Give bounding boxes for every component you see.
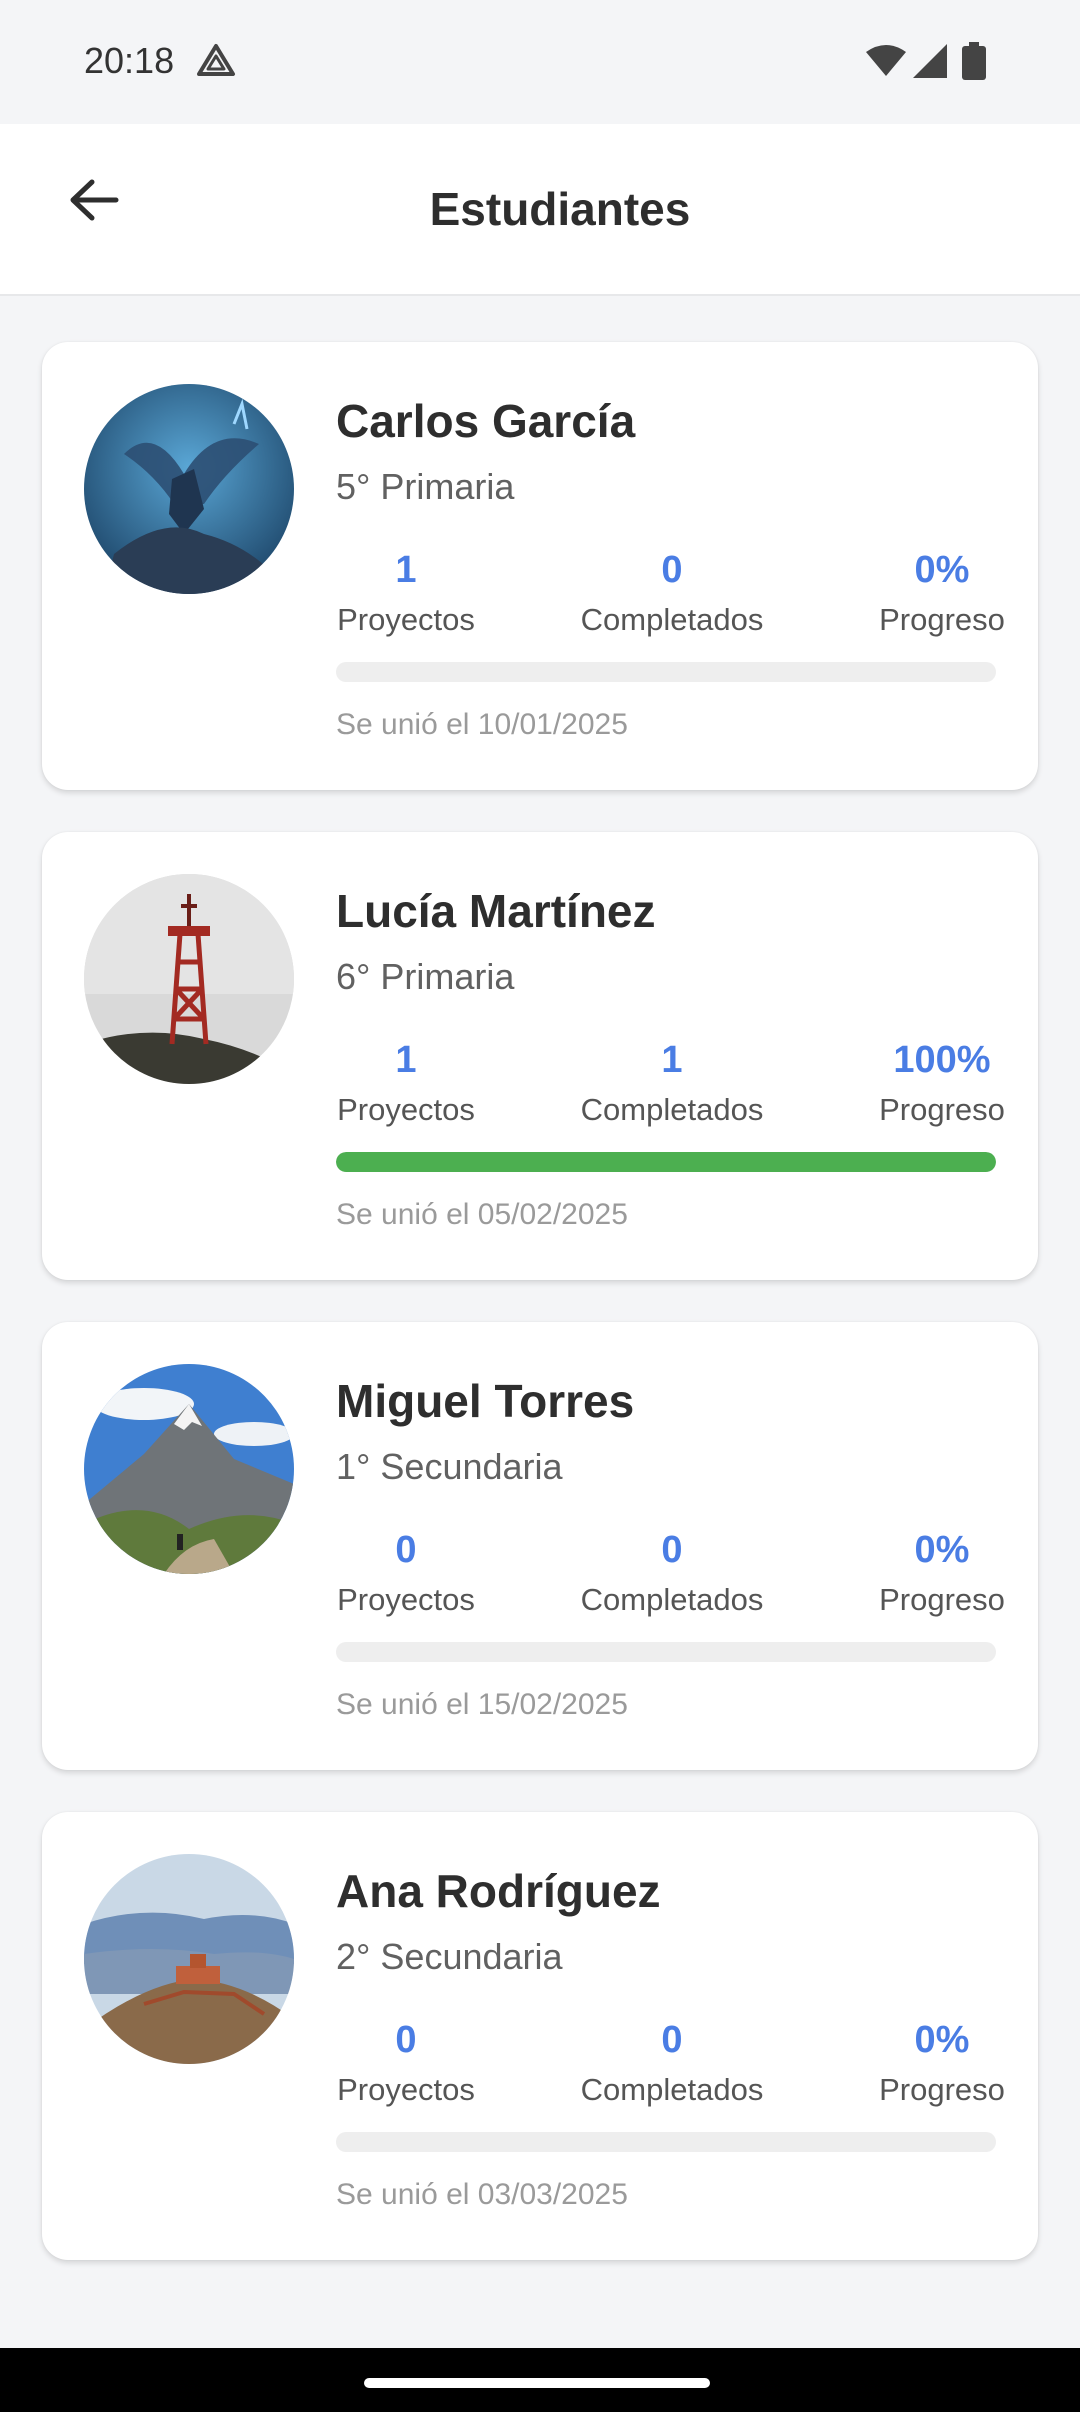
- stat-projects: 1 Proyectos: [336, 548, 476, 642]
- alert-triangle-icon: [197, 44, 235, 76]
- stat-completed: 0 Completados: [572, 1528, 772, 1622]
- student-name: Miguel Torres: [336, 1375, 635, 1427]
- student-card[interactable]: Lucía Martínez 6° Primaria 1 Proyectos 1…: [42, 832, 1038, 1280]
- stat-label: Progreso: [879, 1092, 1005, 1127]
- stat-value: 0: [661, 549, 683, 591]
- stat-label: Proyectos: [337, 1092, 475, 1127]
- stat-label: Completados: [580, 2072, 764, 2107]
- battery-icon: [962, 42, 986, 80]
- stat-projects: 0 Proyectos: [336, 1528, 476, 1622]
- signal-icon: [913, 44, 947, 78]
- stat-value: 1: [395, 1039, 417, 1081]
- status-time: 20:18: [84, 40, 175, 81]
- joined-date: Se unió el 03/03/2025: [336, 2178, 628, 2211]
- stat-label: Proyectos: [337, 1582, 475, 1617]
- avatar: [84, 1854, 294, 2064]
- student-name: Ana Rodríguez: [336, 1865, 661, 1917]
- student-name: Carlos García: [336, 395, 636, 447]
- stat-projects: 1 Proyectos: [336, 1038, 476, 1132]
- stat-value: 0%: [914, 2019, 970, 2061]
- avatar: [84, 1364, 294, 1574]
- stat-label: Completados: [580, 1582, 764, 1617]
- stat-value: 1: [661, 1039, 683, 1081]
- student-card[interactable]: Carlos García 5° Primaria 1 Proyectos 0 …: [42, 342, 1038, 790]
- stat-progress: 0% Progreso: [862, 2018, 1022, 2112]
- stat-label: Proyectos: [337, 2072, 475, 2107]
- stat-label: Progreso: [879, 602, 1005, 637]
- stat-label: Progreso: [879, 2072, 1005, 2107]
- wifi-icon: [866, 45, 906, 76]
- student-card[interactable]: Ana Rodríguez 2° Secundaria 0 Proyectos …: [42, 1812, 1038, 2260]
- stat-value: 0%: [914, 549, 970, 591]
- student-grade: 5° Primaria: [336, 466, 515, 507]
- stat-value: 0: [395, 2019, 417, 2061]
- stat-completed: 0 Completados: [572, 2018, 772, 2112]
- stat-value: 0: [395, 1529, 417, 1571]
- status-bar: 20:18: [0, 0, 1080, 124]
- stat-label: Proyectos: [337, 602, 475, 637]
- student-grade: 2° Secundaria: [336, 1936, 563, 1977]
- stat-completed: 1 Completados: [572, 1038, 772, 1132]
- home-indicator[interactable]: [364, 2378, 710, 2388]
- stat-label: Progreso: [879, 1582, 1005, 1617]
- stat-value: 0%: [914, 1529, 970, 1571]
- avatar: [84, 874, 294, 1084]
- avatar: [84, 384, 294, 594]
- stat-value: 100%: [893, 1039, 991, 1081]
- progress-bar-fill: [336, 1152, 996, 1172]
- progress-bar: [336, 2132, 996, 2152]
- progress-bar: [336, 1152, 996, 1172]
- stat-label: Completados: [580, 1092, 764, 1127]
- joined-date: Se unió el 15/02/2025: [336, 1688, 628, 1721]
- navigation-bar: [0, 2348, 1080, 2412]
- stat-progress: 100% Progreso: [862, 1038, 1022, 1132]
- stat-label: Completados: [580, 602, 764, 637]
- student-card[interactable]: Miguel Torres 1° Secundaria 0 Proyectos …: [42, 1322, 1038, 1770]
- stat-progress: 0% Progreso: [862, 1528, 1022, 1622]
- stat-projects: 0 Proyectos: [336, 2018, 476, 2112]
- stat-progress: 0% Progreso: [862, 548, 1022, 642]
- stat-value: 1: [395, 549, 417, 591]
- student-grade: 1° Secundaria: [336, 1446, 563, 1487]
- stat-value: 0: [661, 1529, 683, 1571]
- progress-bar: [336, 662, 996, 682]
- student-name: Lucía Martínez: [336, 885, 656, 937]
- joined-date: Se unió el 10/01/2025: [336, 708, 628, 741]
- page-title: Estudiantes: [429, 183, 691, 235]
- stat-value: 0: [661, 2019, 683, 2061]
- student-grade: 6° Primaria: [336, 956, 515, 997]
- joined-date: Se unió el 05/02/2025: [336, 1198, 628, 1231]
- stat-completed: 0 Completados: [572, 548, 772, 642]
- progress-bar: [336, 1642, 996, 1662]
